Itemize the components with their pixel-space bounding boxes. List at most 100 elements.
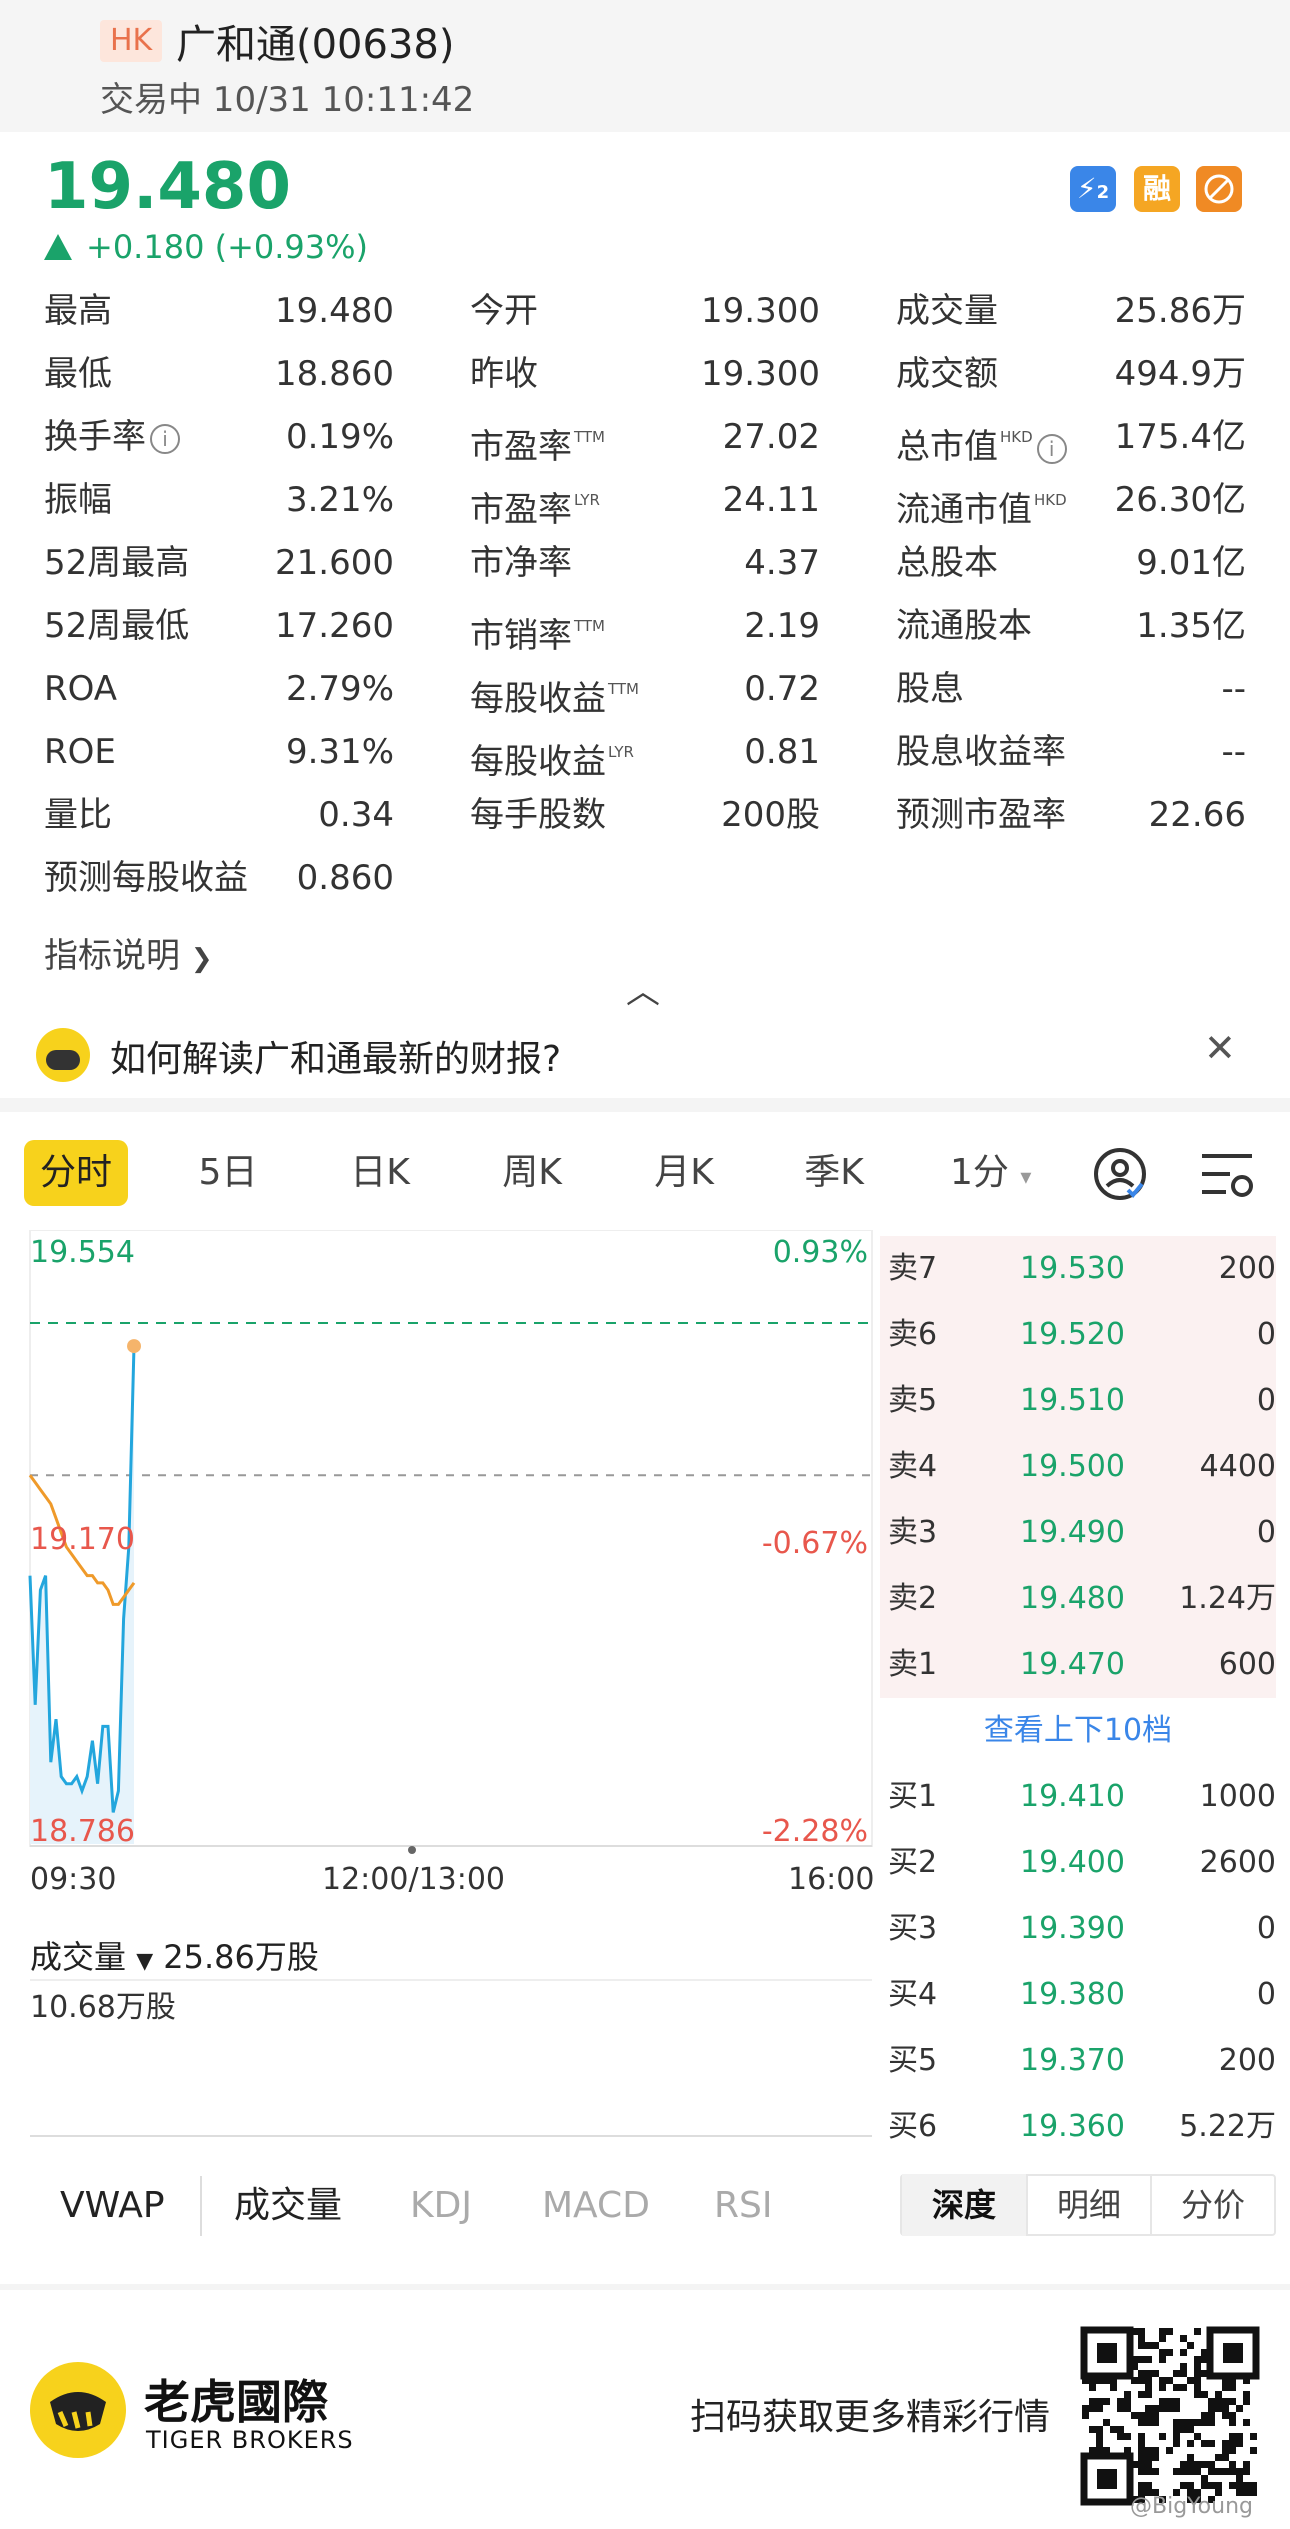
qr-cta: 扫码获取更多精彩行情 bbox=[690, 2397, 1051, 2438]
close-icon[interactable]: ✕ bbox=[1204, 1026, 1236, 1070]
stat-value: 19.480 bbox=[275, 291, 394, 331]
ask-row[interactable]: 卖7 19.530 200 bbox=[880, 1236, 1276, 1302]
ask-row[interactable]: 卖3 19.490 0 bbox=[880, 1500, 1276, 1566]
bid-row[interactable]: 买1 19.410 1000 bbox=[880, 1764, 1276, 1830]
chevron-right-icon: ❯ bbox=[190, 944, 213, 974]
depth-toggle-link[interactable]: 查看上下10档 bbox=[880, 1698, 1276, 1764]
stat-label: 总股本 bbox=[896, 543, 998, 583]
chart-settings-icon[interactable] bbox=[1200, 1150, 1256, 1206]
stat-label: 市销率 TTM bbox=[470, 616, 606, 656]
bid-row[interactable]: 买2 19.400 2600 bbox=[880, 1830, 1276, 1896]
pct-mid-label: -0.67% bbox=[761, 1526, 868, 1561]
volume-max-label: 10.68万股 bbox=[30, 1990, 176, 2025]
qr-code-icon[interactable] bbox=[1080, 2326, 1260, 2506]
indicator-tab-0[interactable]: VWAP bbox=[60, 2176, 165, 2236]
margin-icon[interactable]: 融 bbox=[1134, 166, 1180, 212]
brand-cn: 老虎國際 bbox=[144, 2375, 328, 2429]
stat-value: -- bbox=[1221, 669, 1246, 709]
stat-value: 19.300 bbox=[701, 291, 820, 331]
stat-label: 流通股本 bbox=[896, 606, 1032, 646]
stat-value: 25.86万 bbox=[1114, 291, 1246, 331]
stat-label: 每股收益 TTM bbox=[470, 679, 640, 719]
up-arrow-icon bbox=[44, 234, 72, 260]
stat-value: -- bbox=[1221, 732, 1246, 772]
bid-row[interactable]: 买3 19.390 0 bbox=[880, 1896, 1276, 1962]
interval-select[interactable]: 1分 ▾ bbox=[950, 1140, 1031, 1206]
stat-label: 最高 bbox=[44, 291, 112, 331]
stat-label: 股息收益率 bbox=[896, 732, 1066, 772]
watermark: @BigYoung bbox=[1130, 2494, 1253, 2519]
stat-value: 3.21% bbox=[285, 480, 394, 520]
tip-banner[interactable]: 如何解读广和通最新的财报? ✕ bbox=[0, 1010, 1290, 1098]
stat-value: 0.72 bbox=[744, 669, 820, 709]
stat-label: 总市值 HKD i bbox=[896, 414, 1067, 467]
short-icon[interactable] bbox=[1196, 166, 1242, 212]
tab-2[interactable]: 日K bbox=[330, 1140, 430, 1206]
ask-row[interactable]: 卖1 19.470 600 bbox=[880, 1632, 1276, 1698]
indicator-tab-1[interactable]: 成交量 bbox=[234, 2176, 342, 2236]
tab-5[interactable]: 季K bbox=[784, 1140, 884, 1206]
last-price: 19.480 bbox=[44, 150, 291, 224]
indicator-explain-link[interactable]: 指标说明 ❯ bbox=[44, 928, 213, 977]
info-icon[interactable]: i bbox=[1036, 434, 1067, 464]
segment-2[interactable]: 分价 bbox=[1150, 2174, 1274, 2236]
dropdown-icon: ▼ bbox=[136, 1949, 154, 1974]
stat-label: 换手率 i bbox=[44, 414, 180, 460]
level2-icon[interactable]: ⚡2 bbox=[1070, 166, 1116, 212]
tab-4[interactable]: 月K bbox=[634, 1140, 734, 1206]
ask-row[interactable]: 卖4 19.500 4400 bbox=[880, 1434, 1276, 1500]
stat-label: 振幅 bbox=[44, 480, 112, 520]
stat-value: 9.31% bbox=[285, 732, 394, 772]
info-icon[interactable]: i bbox=[150, 424, 180, 454]
stat-value: 0.860 bbox=[296, 858, 394, 898]
stat-label: 市盈率 TTM bbox=[470, 427, 606, 467]
stat-label: 预测每股收益 bbox=[44, 858, 248, 898]
stat-label: 预测市盈率 bbox=[896, 795, 1066, 835]
stat-value: 19.300 bbox=[701, 354, 820, 394]
tab-1[interactable]: 5日 bbox=[180, 1140, 276, 1206]
pct-low-label: -2.28% bbox=[761, 1814, 868, 1849]
ask-row[interactable]: 卖5 19.510 0 bbox=[880, 1368, 1276, 1434]
ask-row[interactable]: 卖2 19.480 1.24万 bbox=[880, 1566, 1276, 1632]
stat-value: 27.02 bbox=[722, 417, 820, 457]
bid-row[interactable]: 买6 19.360 5.22万 bbox=[880, 2094, 1276, 2160]
stat-value: 2.79% bbox=[285, 669, 394, 709]
stat-value: 17.260 bbox=[275, 606, 394, 646]
tip-text: 如何解读广和通最新的财报? bbox=[110, 1039, 562, 1080]
indicator-tab-4[interactable]: RSI bbox=[714, 2176, 772, 2236]
stat-value: 175.4亿 bbox=[1114, 417, 1246, 457]
indicator-tab-3[interactable]: MACD bbox=[542, 2176, 650, 2236]
stat-value: 200股 bbox=[721, 795, 820, 835]
ask-row[interactable]: 卖6 19.520 0 bbox=[880, 1302, 1276, 1368]
stat-label: 量比 bbox=[44, 795, 112, 835]
stat-label: 每手股数 bbox=[470, 795, 606, 835]
stat-value: 2.19 bbox=[744, 606, 820, 646]
indicator-tab-2[interactable]: KDJ bbox=[410, 2176, 472, 2236]
segment-0[interactable]: 深度 bbox=[902, 2174, 1026, 2236]
tab-0[interactable]: 分时 bbox=[24, 1140, 128, 1206]
stat-label: 成交量 bbox=[896, 291, 998, 331]
prev-close-label: 19.170 bbox=[30, 1522, 135, 1557]
stat-value: 0.81 bbox=[744, 732, 820, 772]
stat-label: 昨收 bbox=[470, 354, 538, 394]
x-label-lunch: 12:00/13:00 bbox=[322, 1862, 506, 1897]
user-settings-icon[interactable] bbox=[1092, 1146, 1148, 1206]
bid-row[interactable]: 买5 19.370 200 bbox=[880, 2028, 1276, 2094]
stat-value: 1.35亿 bbox=[1136, 606, 1246, 646]
tab-3[interactable]: 周K bbox=[482, 1140, 582, 1206]
trading-status: 交易中 10/31 10:11:42 bbox=[100, 80, 475, 120]
brand-en: TIGER BROKERS bbox=[146, 2426, 354, 2454]
stat-label: 市盈率 LYR bbox=[470, 490, 600, 530]
stat-label: 52周最低 bbox=[44, 606, 190, 646]
x-label-open: 09:30 bbox=[30, 1862, 117, 1897]
volume-header[interactable]: 成交量 ▼ 25.86万股 bbox=[30, 1932, 319, 1978]
collapse-chevron-up-icon[interactable]: ︿ bbox=[626, 964, 660, 1013]
segment-1[interactable]: 明细 bbox=[1026, 2174, 1150, 2236]
bid-row[interactable]: 买4 19.380 0 bbox=[880, 1962, 1276, 2028]
stat-label: 今开 bbox=[470, 291, 538, 331]
stat-label: 52周最高 bbox=[44, 543, 190, 583]
x-label-close: 16:00 bbox=[788, 1862, 875, 1897]
stat-value: 21.600 bbox=[275, 543, 394, 583]
stat-label: ROA bbox=[44, 669, 118, 709]
title-bar: HK 广和通(00638) 交易中 10/31 10:11:42 bbox=[0, 0, 1290, 132]
